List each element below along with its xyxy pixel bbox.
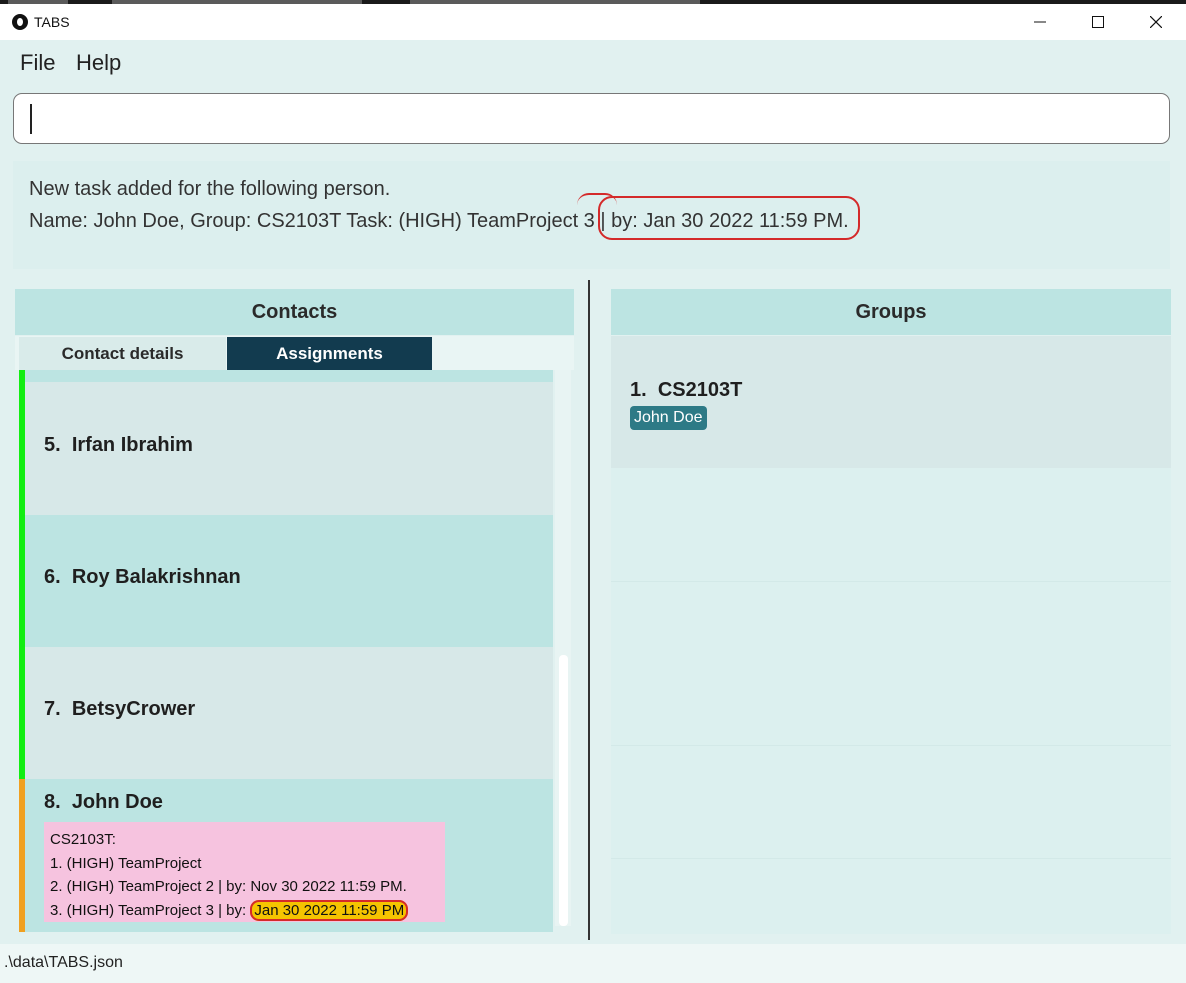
group-list: 1. CS2103T John Doe (611, 336, 1171, 934)
data-file-path: .\data\TABS.json (4, 954, 123, 971)
contact-name: BetsyCrower (71, 698, 196, 720)
maximize-button[interactable] (1069, 4, 1127, 40)
group-name: CS2103T (657, 379, 743, 401)
row-divider (611, 858, 1171, 859)
close-icon (1150, 16, 1162, 28)
contact-tabs: Contact details Assignments (15, 336, 574, 370)
status-bar (19, 382, 25, 515)
window-title: TABS (34, 14, 70, 30)
assignment-task: 1. (HIGH) TeamProject (50, 854, 202, 872)
panel-divider[interactable] (588, 280, 590, 940)
maximize-icon (1092, 16, 1104, 28)
contact-list: 5. Irfan Ibrahim 6. Roy Balakrishnan 7. … (19, 370, 553, 932)
result-line-2: Name: John Doe, Group: CS2103T Task: (HI… (29, 210, 849, 232)
result-display: New task added for the following person.… (13, 161, 1170, 269)
scrollbar-thumb[interactable] (559, 655, 568, 926)
status-bar (19, 647, 25, 779)
list-item-partial[interactable] (19, 370, 553, 382)
row-divider (611, 745, 1171, 746)
app-logo-icon (12, 14, 28, 30)
list-item[interactable]: 6. Roy Balakrishnan (19, 515, 553, 647)
command-input[interactable] (13, 93, 1170, 144)
status-bar (19, 779, 25, 932)
contact-index: 5. (44, 434, 61, 456)
assignments-box: CS2103T: 1. (HIGH) TeamProject 2. (HIGH)… (44, 822, 445, 922)
assignment-task-prefix: 3. (HIGH) TeamProject 3 | by: (50, 901, 251, 919)
list-item[interactable]: 5. Irfan Ibrahim (19, 382, 553, 515)
contact-index: 6. (44, 566, 61, 588)
title-bar: TABS (0, 4, 1186, 40)
contact-name: John Doe (71, 791, 163, 813)
highlighted-deadline: Jan 30 2022 11:59 PM (250, 899, 409, 921)
contact-name: Roy Balakrishnan (71, 566, 241, 588)
status-bar (19, 515, 25, 647)
list-item[interactable]: 7. BetsyCrower (19, 647, 553, 779)
assignment-task: 3. (HIGH) TeamProject 3 | by: Jan 30 202… (50, 899, 439, 923)
member-tag: John Doe (630, 406, 707, 430)
contact-index: 7. (44, 698, 61, 720)
tab-contact-details[interactable]: Contact details (19, 337, 226, 370)
menu-help[interactable]: Help (76, 50, 121, 76)
text-caret (30, 104, 32, 134)
close-button[interactable] (1127, 4, 1185, 40)
annotation-circle (598, 196, 860, 240)
row-divider (611, 581, 1171, 582)
groups-header: Groups (611, 289, 1171, 335)
contact-index: 8. (44, 791, 61, 813)
minimize-button[interactable] (1011, 4, 1069, 40)
contacts-header: Contacts (15, 289, 574, 335)
group-card[interactable]: 1. CS2103T John Doe (611, 336, 1171, 468)
assignment-group: CS2103T: (50, 831, 116, 848)
assignment-task: 2. (HIGH) TeamProject 2 | by: Nov 30 202… (50, 878, 407, 895)
menu-bar: File Help (0, 40, 1186, 85)
status-bar-footer: .\data\TABS.json (0, 944, 1186, 983)
minimize-icon (1034, 21, 1046, 23)
menu-file[interactable]: File (20, 50, 55, 76)
contact-name: Irfan Ibrahim (71, 434, 193, 456)
tab-assignments[interactable]: Assignments (227, 337, 432, 370)
group-index: 1. (630, 379, 647, 401)
list-item[interactable]: 8. John Doe CS2103T: 1. (HIGH) TeamProje… (19, 779, 553, 932)
